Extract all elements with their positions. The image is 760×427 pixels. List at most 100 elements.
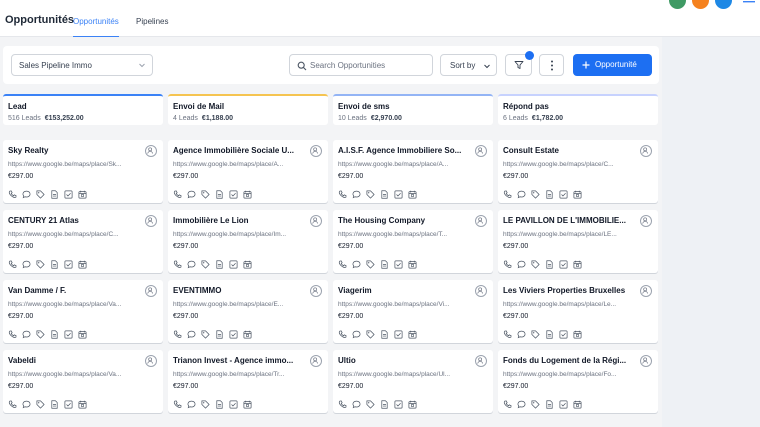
opportunity-card[interactable]: CENTURY 21 Atlas https://www.google.be/ma…	[3, 210, 163, 273]
document-icon[interactable]	[545, 400, 554, 409]
avatar-orange[interactable]	[692, 0, 709, 9]
document-icon[interactable]	[545, 330, 554, 339]
card-url[interactable]: https://www.google.be/maps/place/T...	[338, 231, 486, 238]
tag-icon[interactable]	[201, 400, 210, 409]
document-icon[interactable]	[50, 260, 59, 269]
document-icon[interactable]	[215, 260, 224, 269]
chat-icon[interactable]	[517, 190, 526, 199]
checkbox-icon[interactable]	[229, 190, 238, 199]
opportunity-card[interactable]: Sky Realty https://www.google.be/maps/pla…	[3, 140, 163, 203]
card-url[interactable]: https://www.google.be/maps/place/Va...	[8, 301, 156, 308]
chat-icon[interactable]	[352, 330, 361, 339]
checkbox-icon[interactable]	[394, 330, 403, 339]
avatar-blue[interactable]	[715, 0, 732, 9]
tag-icon[interactable]	[531, 400, 540, 409]
opportunity-card[interactable]: A.I.S.F. Agence Immobiliere So... https:/…	[333, 140, 493, 203]
document-icon[interactable]	[215, 330, 224, 339]
assign-user-icon[interactable]	[475, 215, 487, 227]
document-icon[interactable]	[50, 400, 59, 409]
assign-user-icon[interactable]	[145, 355, 157, 367]
checkbox-icon[interactable]	[229, 260, 238, 269]
sort-button[interactable]: Sort by	[440, 54, 497, 76]
more-options-button[interactable]	[539, 54, 564, 76]
checkbox-icon[interactable]	[64, 330, 73, 339]
assign-user-icon[interactable]	[475, 145, 487, 157]
phone-icon[interactable]	[173, 330, 182, 339]
opportunity-card[interactable]: Trianon Invest - Agence immo... https://w…	[168, 350, 328, 413]
document-icon[interactable]	[50, 190, 59, 199]
document-icon[interactable]	[545, 260, 554, 269]
calendar-icon[interactable]	[408, 330, 417, 339]
chat-icon[interactable]	[22, 400, 31, 409]
chat-icon[interactable]	[352, 190, 361, 199]
phone-icon[interactable]	[338, 190, 347, 199]
document-icon[interactable]	[50, 330, 59, 339]
tag-icon[interactable]	[366, 190, 375, 199]
tag-icon[interactable]	[531, 190, 540, 199]
checkbox-icon[interactable]	[394, 260, 403, 269]
chat-icon[interactable]	[517, 260, 526, 269]
assign-user-icon[interactable]	[640, 145, 652, 157]
calendar-icon[interactable]	[78, 400, 87, 409]
calendar-icon[interactable]	[573, 190, 582, 199]
checkbox-icon[interactable]	[64, 190, 73, 199]
phone-icon[interactable]	[8, 400, 17, 409]
chat-icon[interactable]	[352, 260, 361, 269]
opportunity-card[interactable]: Van Damme / F. https://www.google.be/maps…	[3, 280, 163, 343]
opportunity-card[interactable]: Agence Immobilière Sociale U... https://w…	[168, 140, 328, 203]
tag-icon[interactable]	[36, 190, 45, 199]
tag-icon[interactable]	[201, 260, 210, 269]
opportunity-card[interactable]: Consult Estate https://www.google.be/maps…	[498, 140, 658, 203]
calendar-icon[interactable]	[78, 260, 87, 269]
phone-icon[interactable]	[338, 260, 347, 269]
opportunity-card[interactable]: The Housing Company https://www.google.be…	[333, 210, 493, 273]
chat-icon[interactable]	[517, 400, 526, 409]
checkbox-icon[interactable]	[64, 400, 73, 409]
phone-icon[interactable]	[338, 330, 347, 339]
opportunity-card[interactable]: Immobilière Le Lion https://www.google.be…	[168, 210, 328, 273]
chat-icon[interactable]	[22, 260, 31, 269]
phone-icon[interactable]	[503, 260, 512, 269]
chat-icon[interactable]	[187, 400, 196, 409]
phone-icon[interactable]	[8, 260, 17, 269]
card-url[interactable]: https://www.google.be/maps/place/Fo...	[503, 371, 651, 378]
card-url[interactable]: https://www.google.be/maps/place/Im...	[173, 231, 321, 238]
assign-user-icon[interactable]	[145, 145, 157, 157]
chat-icon[interactable]	[187, 190, 196, 199]
checkbox-icon[interactable]	[229, 330, 238, 339]
tag-icon[interactable]	[36, 400, 45, 409]
chat-icon[interactable]	[517, 330, 526, 339]
card-url[interactable]: https://www.google.be/maps/place/Vi...	[338, 301, 486, 308]
card-url[interactable]: https://www.google.be/maps/place/Ul...	[338, 371, 486, 378]
assign-user-icon[interactable]	[310, 215, 322, 227]
phone-icon[interactable]	[338, 400, 347, 409]
checkbox-icon[interactable]	[64, 260, 73, 269]
checkbox-icon[interactable]	[559, 330, 568, 339]
phone-icon[interactable]	[173, 400, 182, 409]
document-icon[interactable]	[380, 190, 389, 199]
chat-icon[interactable]	[22, 330, 31, 339]
chat-icon[interactable]	[352, 400, 361, 409]
phone-icon[interactable]	[8, 330, 17, 339]
calendar-icon[interactable]	[408, 260, 417, 269]
card-url[interactable]: https://www.google.be/maps/place/E...	[173, 301, 321, 308]
pipeline-select[interactable]: Sales Pipeline Immo	[11, 54, 153, 76]
calendar-icon[interactable]	[243, 260, 252, 269]
card-url[interactable]: https://www.google.be/maps/place/Tr...	[173, 371, 321, 378]
opportunity-card[interactable]: Fonds du Logement de la Régi... https://w…	[498, 350, 658, 413]
tag-icon[interactable]	[36, 330, 45, 339]
card-url[interactable]: https://www.google.be/maps/place/A...	[338, 161, 486, 168]
assign-user-icon[interactable]	[310, 355, 322, 367]
phone-icon[interactable]	[173, 260, 182, 269]
phone-icon[interactable]	[173, 190, 182, 199]
assign-user-icon[interactable]	[310, 285, 322, 297]
tag-icon[interactable]	[366, 330, 375, 339]
assign-user-icon[interactable]	[640, 355, 652, 367]
document-icon[interactable]	[380, 260, 389, 269]
assign-user-icon[interactable]	[640, 215, 652, 227]
card-url[interactable]: https://www.google.be/maps/place/A...	[173, 161, 321, 168]
menu-icon[interactable]	[743, 0, 755, 4]
calendar-icon[interactable]	[243, 190, 252, 199]
checkbox-icon[interactable]	[559, 190, 568, 199]
phone-icon[interactable]	[503, 400, 512, 409]
